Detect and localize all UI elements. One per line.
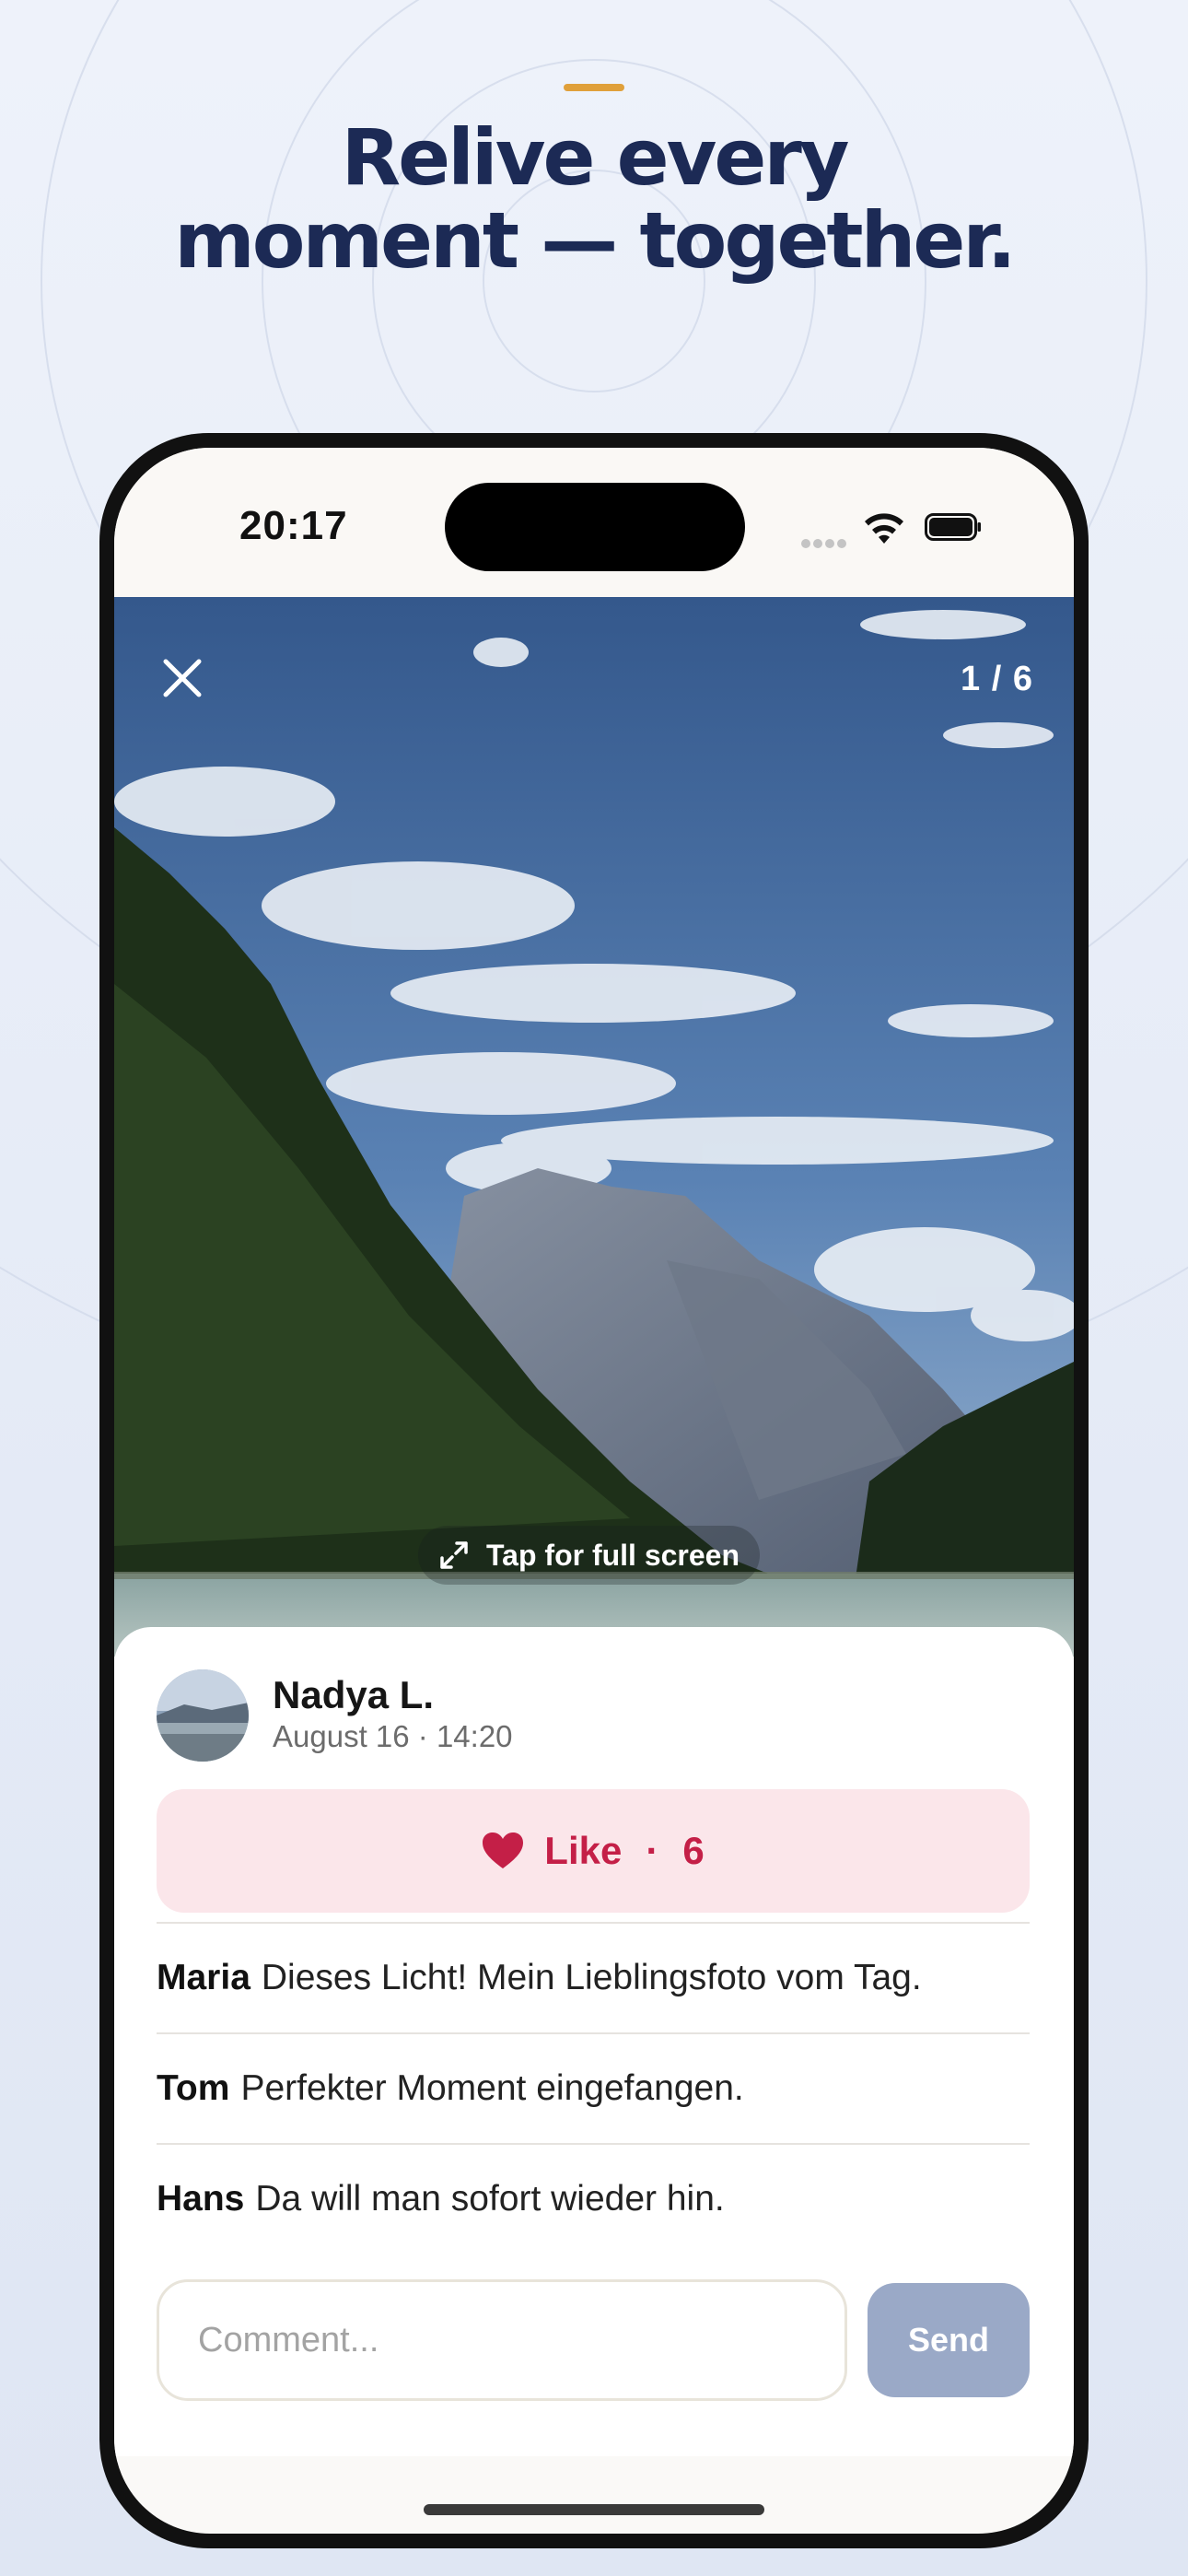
comment-item: Maria Dieses Licht! Mein Lieblingsfoto v… bbox=[157, 1922, 1030, 2032]
comment-text: Da will man sofort wieder hin. bbox=[255, 2179, 725, 2219]
cellular-dots-icon bbox=[801, 536, 849, 553]
comment-item: Hans Da will man sofort wieder hin. bbox=[157, 2143, 1030, 2254]
headline-accent-bar bbox=[564, 84, 624, 91]
wifi-icon bbox=[865, 513, 903, 544]
like-count: 6 bbox=[682, 1829, 705, 1872]
author-name: Nadya L. bbox=[273, 1673, 435, 1716]
send-button[interactable]: Send bbox=[868, 2283, 1030, 2397]
photo-counter: 1 / 6 bbox=[961, 660, 1033, 698]
post-timestamp: August 16 · 14:20 bbox=[273, 1719, 513, 1753]
comment-author[interactable]: Tom bbox=[157, 2068, 229, 2109]
fullscreen-button[interactable]: Tap for full screen bbox=[418, 1526, 761, 1585]
like-button[interactable]: Like · 6 bbox=[157, 1789, 1030, 1913]
like-separator: · bbox=[646, 1829, 659, 1872]
comment-author[interactable]: Maria bbox=[157, 1958, 250, 1998]
heart-icon bbox=[483, 1832, 524, 1868]
like-label: Like bbox=[544, 1829, 623, 1872]
headline-line-1: Relive every bbox=[341, 112, 849, 203]
close-button[interactable] bbox=[155, 650, 210, 706]
battery-icon bbox=[925, 513, 981, 541]
marketing-headline: Relive every moment — together. bbox=[0, 116, 1188, 282]
expand-arrows-icon bbox=[440, 1541, 468, 1569]
close-icon bbox=[163, 659, 202, 697]
status-time: 20:17 bbox=[239, 503, 348, 548]
home-indicator[interactable] bbox=[424, 2504, 764, 2515]
post-details-sheet: Nadya L. August 16 · 14:20 Like · 6 Mari… bbox=[114, 1627, 1074, 2456]
avatar-image bbox=[157, 1669, 249, 1762]
dynamic-island bbox=[445, 483, 745, 571]
comment-input[interactable] bbox=[157, 2279, 847, 2401]
phone-frame: 20:17 1 / 6 Tap for full screen Nadya L.… bbox=[99, 433, 1089, 2548]
fullscreen-label: Tap for full screen bbox=[486, 1538, 740, 1572]
avatar[interactable] bbox=[157, 1669, 249, 1762]
comment-text: Dieses Licht! Mein Lieblingsfoto vom Tag… bbox=[261, 1958, 922, 1997]
comment-author[interactable]: Hans bbox=[157, 2179, 244, 2219]
status-bar: 20:17 bbox=[114, 448, 1074, 597]
photo-viewer[interactable]: 1 / 6 Tap for full screen bbox=[114, 597, 1074, 1657]
comment-list: Maria Dieses Licht! Mein Lieblingsfoto v… bbox=[157, 1922, 1030, 2254]
headline-line-2: moment — together. bbox=[174, 195, 1016, 286]
phone-screen: 20:17 1 / 6 Tap for full screen Nadya L.… bbox=[114, 448, 1074, 2534]
landscape-photo bbox=[114, 597, 1074, 1657]
comment-item: Tom Perfekter Moment eingefangen. bbox=[157, 2032, 1030, 2143]
comment-text: Perfekter Moment eingefangen. bbox=[240, 2068, 744, 2108]
